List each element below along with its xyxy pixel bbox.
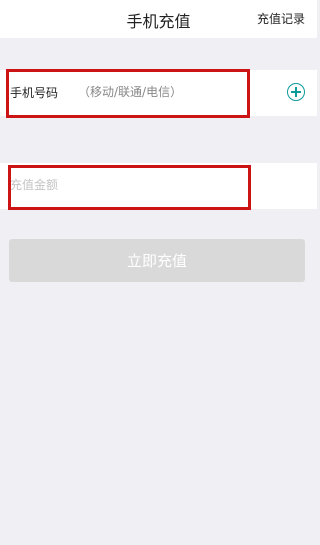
top-navigation-bar: 手机充值 充值记录 <box>0 0 317 38</box>
recharge-amount-row <box>0 163 317 209</box>
phone-number-label: 手机号码 <box>10 86 59 100</box>
add-circle-icon[interactable] <box>287 83 305 101</box>
phone-number-row: 手机号码 <box>0 70 317 116</box>
recharge-now-button[interactable]: 立即充值 <box>9 239 305 282</box>
recharge-history-link[interactable]: 充值记录 <box>257 10 305 27</box>
phone-number-input[interactable] <box>78 80 258 104</box>
recharge-amount-input[interactable] <box>10 173 300 197</box>
